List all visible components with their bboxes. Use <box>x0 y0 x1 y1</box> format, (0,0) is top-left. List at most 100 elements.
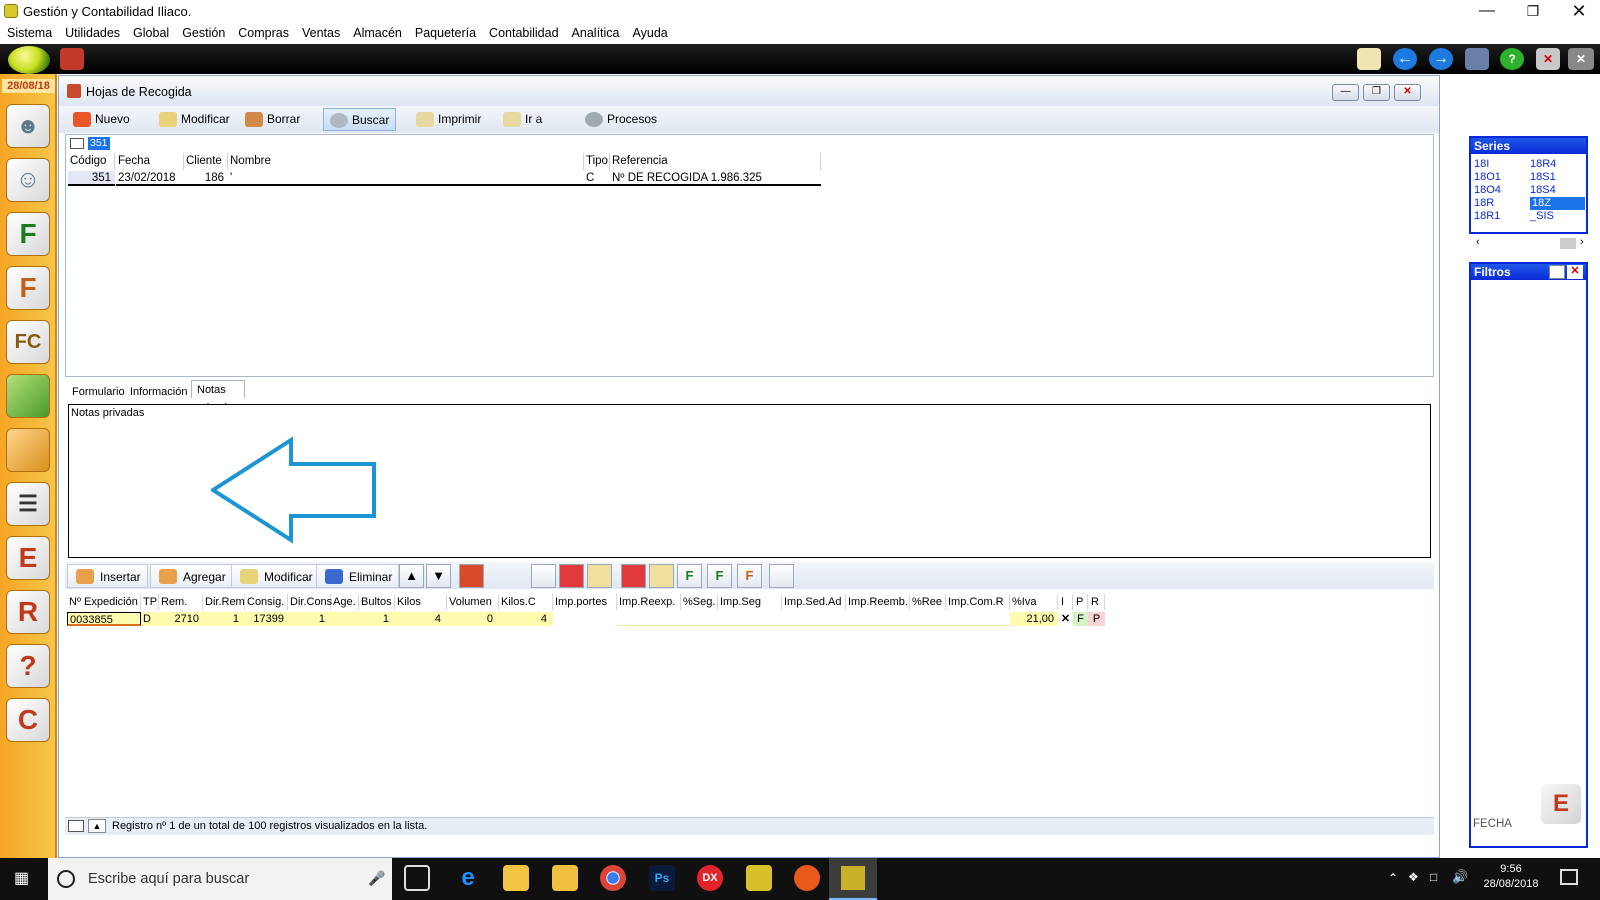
photoshop-icon[interactable]: Ps <box>649 865 675 891</box>
col2-tp[interactable]: TP <box>141 594 159 610</box>
box-question-icon[interactable]: ? <box>6 644 50 688</box>
menu-ayuda[interactable]: Ayuda <box>633 24 668 44</box>
start-orb-icon[interactable] <box>8 46 50 74</box>
cell-cliente[interactable]: 186 <box>184 171 228 186</box>
child-close-button[interactable]: ✕ <box>1394 84 1421 101</box>
col2-kilosc[interactable]: Kilos.C <box>499 594 553 610</box>
file-explorer-icon[interactable] <box>552 865 578 891</box>
bag-orange-icon[interactable] <box>6 428 50 472</box>
user-red-2-icon[interactable] <box>621 564 646 588</box>
firefox-icon[interactable] <box>794 865 820 891</box>
col2-bultos[interactable]: Bultos <box>359 594 395 610</box>
col2-consig[interactable]: Consig. <box>245 594 288 610</box>
modificar-linea-button[interactable]: Modificar <box>231 564 320 588</box>
insertar-button[interactable]: Insertar <box>67 564 148 588</box>
menu-contabilidad[interactable]: Contabilidad <box>489 24 559 44</box>
taskbar-search[interactable]: Escribe aquí para buscar 🎤 <box>48 858 392 900</box>
cell-tipo[interactable]: C <box>584 171 610 186</box>
cell2-iva[interactable]: 21,00 <box>1010 612 1058 626</box>
cell2-rem[interactable]: 2710 <box>159 612 203 626</box>
tab-informacion[interactable]: Información <box>125 383 192 401</box>
col2-p[interactable]: P <box>1073 594 1088 610</box>
series-item[interactable]: 18S1 <box>1530 171 1585 184</box>
iliaco-app-icon[interactable] <box>746 865 772 891</box>
col-referencia[interactable]: Referencia <box>610 153 821 170</box>
microphone-icon[interactable]: 🎤 <box>368 870 385 887</box>
menu-global[interactable]: Global <box>133 24 169 44</box>
document-icon[interactable] <box>531 564 556 588</box>
cell2-imports[interactable] <box>617 612 1010 626</box>
col2-dirrem[interactable]: Dir.Rem <box>203 594 245 610</box>
minimize-button[interactable]: — <box>1464 0 1510 24</box>
cell-fecha[interactable]: 23/02/2018 <box>116 171 184 186</box>
menu-almacen[interactable]: Almacén <box>353 24 402 44</box>
series-item[interactable]: 18R1 <box>1474 210 1526 223</box>
invoice-f-orange-icon[interactable]: F <box>6 266 50 310</box>
cell2-consig[interactable]: 17399 <box>245 612 288 626</box>
menu-gestion[interactable]: Gestión <box>182 24 225 44</box>
tab-notas-privadas[interactable]: Notas privadas <box>191 380 245 414</box>
restore-button[interactable]: ❐ <box>1510 0 1556 24</box>
buscar-button[interactable]: Buscar <box>323 108 397 131</box>
series-scrollbar[interactable]: ‹ › <box>1476 236 1586 250</box>
fc-icon[interactable]: FC <box>6 320 50 364</box>
mail-app-icon[interactable] <box>503 865 529 891</box>
clock[interactable]: 9:56 28/08/2018 <box>1476 863 1546 890</box>
cell2-kilosc[interactable]: 4 <box>499 612 553 626</box>
procesos-button[interactable]: Procesos <box>579 108 663 131</box>
user-note-icon[interactable] <box>587 564 612 588</box>
col2-impsedad[interactable]: Imp.Sed.Ad <box>782 594 846 610</box>
col-cliente[interactable]: Cliente <box>184 153 228 170</box>
box-c-icon[interactable]: C <box>6 698 50 742</box>
col-nombre[interactable]: Nombre <box>228 153 584 170</box>
eliminar-button[interactable]: Eliminar <box>316 564 400 588</box>
col2-kilos[interactable]: Kilos <box>395 594 447 610</box>
cell2-age[interactable] <box>331 612 359 626</box>
col2-seg[interactable]: %Seg. <box>681 594 718 610</box>
forward-arrow-icon[interactable]: → <box>1429 48 1453 70</box>
col-fecha[interactable]: Fecha <box>116 153 184 170</box>
card-icon[interactable] <box>769 564 794 588</box>
close-button[interactable]: ✕ <box>1556 0 1600 24</box>
modificar-button[interactable]: Modificar <box>153 108 236 131</box>
menu-compras[interactable]: Compras <box>238 24 289 44</box>
tray-chevron-icon[interactable]: ⌃ <box>1388 871 1398 885</box>
cell2-r[interactable]: P <box>1088 612 1105 626</box>
notifications-icon[interactable] <box>1560 869 1578 885</box>
cell-referencia[interactable]: Nº DE RECOGIDA 1.986.325 <box>610 171 821 186</box>
series-item[interactable]: 18O1 <box>1474 171 1526 184</box>
series-item[interactable]: 18I <box>1474 158 1526 171</box>
col2-age[interactable]: Age. <box>331 594 359 610</box>
child-restore-button[interactable]: ❐ <box>1363 84 1390 101</box>
series-item-selected[interactable]: 18Z <box>1530 197 1585 210</box>
series-item[interactable]: 18S4 <box>1530 184 1585 197</box>
scroll-left-icon[interactable]: ‹ <box>1476 236 1480 248</box>
col2-dircons[interactable]: Dir.Cons <box>288 594 332 610</box>
edge-icon[interactable]: e <box>455 865 481 891</box>
cell-nombre[interactable]: ' <box>228 171 584 186</box>
col2-expedicion[interactable]: Nº Expedición <box>67 594 141 610</box>
chrome-icon[interactable] <box>600 865 626 891</box>
scroll-thumb[interactable] <box>1560 238 1576 249</box>
series-item[interactable]: 18O4 <box>1474 184 1526 197</box>
user-red-icon[interactable] <box>559 564 584 588</box>
cell2-tp[interactable]: D <box>141 612 159 626</box>
invoice-3-icon[interactable]: F <box>737 564 762 588</box>
col-tipo[interactable]: Tipo <box>584 153 610 170</box>
help-icon[interactable]: ? <box>1500 48 1524 70</box>
menu-utilidades[interactable]: Utilidades <box>65 24 120 44</box>
window-list-icon[interactable] <box>1465 48 1489 70</box>
filter-settings-icon[interactable] <box>1549 265 1565 279</box>
series-item[interactable]: _SIS <box>1530 210 1585 223</box>
book-icon[interactable] <box>459 564 484 588</box>
active-task[interactable] <box>829 858 877 900</box>
close-window-icon[interactable]: ✕ <box>1536 48 1560 70</box>
move-down-icon[interactable]: ▼ <box>426 564 451 588</box>
invoice-2-icon[interactable]: F <box>707 564 732 588</box>
cell-codigo[interactable]: 351 <box>68 171 115 186</box>
col2-impreexp[interactable]: Imp.Reexp. <box>617 594 681 610</box>
box-e-icon[interactable]: E <box>6 536 50 580</box>
col2-rem[interactable]: Rem. <box>159 594 203 610</box>
imprimir-button[interactable]: Imprimir <box>410 108 487 131</box>
bag-green-icon[interactable] <box>6 374 50 418</box>
